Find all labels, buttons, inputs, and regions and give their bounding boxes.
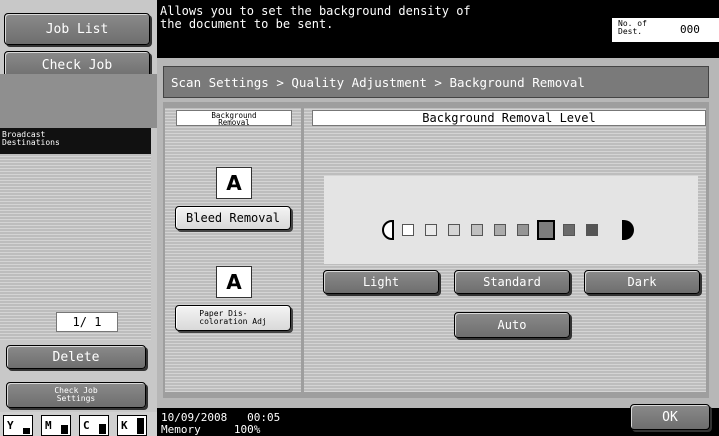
- toner-y: Y: [3, 415, 33, 436]
- check-job-label: Check Job: [41, 57, 113, 73]
- check-job-settings-button[interactable]: Check Job Settings: [6, 382, 146, 408]
- toner-label: C: [83, 419, 90, 432]
- bleed-removal-icon: A: [216, 167, 252, 199]
- background-removal-header-text: Background Removal: [211, 111, 257, 127]
- paper-discoloration-button[interactable]: Paper Dis- coloration Adj: [175, 305, 291, 331]
- page-counter: 1/ 1: [56, 312, 118, 332]
- level-square-3[interactable]: [448, 224, 460, 236]
- auto-button[interactable]: Auto: [454, 312, 570, 338]
- light-label: Light: [362, 275, 400, 289]
- ok-button[interactable]: OK: [630, 404, 710, 430]
- level-square-5[interactable]: [494, 224, 506, 236]
- delete-label: Delete: [52, 349, 100, 365]
- broadcast-destinations-list: [0, 154, 151, 304]
- dark-label: Dark: [627, 275, 657, 289]
- job-list-button[interactable]: Job List: [4, 13, 150, 45]
- toner-k: K: [117, 415, 147, 436]
- toner-label: K: [121, 419, 128, 432]
- toner-level-bar: [137, 418, 144, 434]
- toner-m: M: [41, 415, 71, 436]
- dark-button[interactable]: Dark: [584, 270, 700, 294]
- background-removal-header: Background Removal: [176, 110, 292, 126]
- paper-discoloration-icon: A: [216, 266, 252, 298]
- toner-label: Y: [7, 419, 14, 432]
- check-job-settings-label: Check Job Settings: [54, 386, 98, 403]
- toner-level-bar: [23, 428, 30, 434]
- level-square-2[interactable]: [425, 224, 437, 236]
- bleed-removal-icon-glyph: A: [226, 171, 242, 195]
- level-slider-panel: [324, 176, 698, 264]
- job-list-label: Job List: [45, 21, 109, 37]
- destination-counter: No. of Dest. 000: [612, 18, 719, 42]
- light-button[interactable]: Light: [323, 270, 439, 294]
- sidebar-gap: [0, 74, 157, 128]
- bleed-removal-label: Bleed Removal: [186, 211, 280, 225]
- bleed-removal-button[interactable]: Bleed Removal: [175, 206, 291, 230]
- memory-value: 100%: [233, 423, 261, 436]
- broadcast-destinations-header: Broadcast Destinations: [0, 128, 151, 154]
- memory-label: Memory: [161, 423, 201, 436]
- destination-counter-label: No. of Dest.: [618, 19, 647, 36]
- removal-level-header-text: Background Removal Level: [422, 111, 596, 125]
- page-counter-text: 1/ 1: [72, 315, 102, 329]
- level-square-8[interactable]: [563, 224, 575, 236]
- auto-label: Auto: [497, 318, 527, 332]
- delete-button[interactable]: Delete: [6, 345, 146, 369]
- destination-counter-value: 000: [680, 23, 700, 36]
- ok-label: OK: [662, 409, 678, 425]
- standard-label: Standard: [483, 275, 541, 289]
- paper-discoloration-label: Paper Dis- coloration Adj: [199, 309, 267, 326]
- level-square-1[interactable]: [402, 224, 414, 236]
- level-square-6[interactable]: [517, 224, 529, 236]
- background-removal-column: [165, 108, 301, 392]
- standard-button[interactable]: Standard: [454, 270, 570, 294]
- toner-c: C: [79, 415, 109, 436]
- broadcast-destinations-title: Broadcast Destinations: [2, 130, 60, 147]
- level-square-selected[interactable]: [537, 220, 555, 240]
- level-square-9[interactable]: [586, 224, 598, 236]
- toner-label: M: [45, 419, 52, 432]
- removal-level-header: Background Removal Level: [312, 110, 706, 126]
- breadcrumb-text: Scan Settings > Quality Adjustment > Bac…: [171, 74, 585, 90]
- toner-level-bar: [99, 424, 106, 434]
- breadcrumb: Scan Settings > Quality Adjustment > Bac…: [163, 66, 709, 98]
- level-square-4[interactable]: [471, 224, 483, 236]
- toner-level-bar: [61, 425, 68, 434]
- paper-discoloration-icon-glyph: A: [226, 270, 242, 294]
